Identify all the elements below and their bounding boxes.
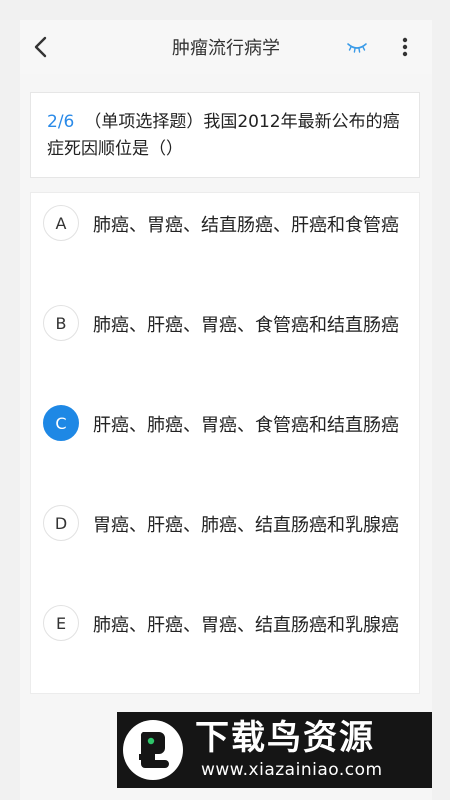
option-text: 肝癌、肺癌、胃癌、食管癌和结直肠癌 bbox=[93, 415, 399, 436]
bird-logo-icon bbox=[123, 720, 183, 780]
watermark-url: www.xiazainiao.com bbox=[201, 760, 383, 780]
option-e[interactable]: E 肺癌、肝癌、胃癌、结直肠癌和乳腺癌 bbox=[31, 593, 419, 689]
option-letter-badge-selected: C bbox=[43, 405, 79, 441]
chevron-left-icon bbox=[34, 36, 47, 58]
option-a[interactable]: A 肺癌、胃癌、结直肠癌、肝癌和食管癌 bbox=[31, 193, 419, 289]
option-text: 肺癌、肝癌、胃癌、食管癌和结直肠癌 bbox=[93, 315, 399, 336]
option-b[interactable]: B 肺癌、肝癌、胃癌、食管癌和结直肠癌 bbox=[31, 293, 419, 389]
option-letter-badge: E bbox=[43, 605, 79, 641]
page-title: 肿瘤流行病学 bbox=[172, 38, 280, 59]
option-c[interactable]: C 肝癌、肺癌、胃癌、食管癌和结直肠癌 bbox=[31, 393, 419, 489]
option-letter-badge: D bbox=[43, 505, 79, 541]
watermark-banner: 下载鸟资源 www.xiazainiao.com bbox=[117, 712, 432, 788]
option-text: 肺癌、肝癌、胃癌、结直肠癌和乳腺癌 bbox=[93, 615, 399, 636]
option-letter-badge: B bbox=[43, 305, 79, 341]
option-text: 肺癌、胃癌、结直肠癌、肝癌和食管癌 bbox=[93, 215, 399, 236]
question-card: 2/6 （单项选择题）我国2012年最新公布的癌症死因顺位是（） bbox=[30, 92, 420, 178]
option-d[interactable]: D 胃癌、肝癌、肺癌、结直肠癌和乳腺癌 bbox=[31, 493, 419, 589]
question-number: 2/6 bbox=[47, 112, 75, 132]
top-bar: 肿瘤流行病学 bbox=[20, 20, 432, 74]
toggle-eye-button[interactable] bbox=[344, 36, 370, 58]
closed-eye-icon bbox=[347, 43, 367, 53]
watermark-title: 下载鸟资源 bbox=[195, 718, 375, 758]
options-list: A 肺癌、胃癌、结直肠癌、肝癌和食管癌 B 肺癌、肝癌、胃癌、食管癌和结直肠癌 … bbox=[30, 192, 420, 694]
back-button[interactable] bbox=[24, 30, 58, 64]
more-menu-button[interactable] bbox=[392, 32, 418, 62]
more-vertical-icon bbox=[402, 37, 408, 57]
question-text: （单项选择题）我国2012年最新公布的癌症死因顺位是（） bbox=[47, 112, 400, 159]
app-screen: 肿瘤流行病学 2/6 （单项选择题）我国2012年最新公布的癌症死因顺位是（） A… bbox=[20, 20, 432, 800]
option-text: 胃癌、肝癌、肺癌、结直肠癌和乳腺癌 bbox=[93, 515, 399, 536]
option-letter-badge: A bbox=[43, 205, 79, 241]
